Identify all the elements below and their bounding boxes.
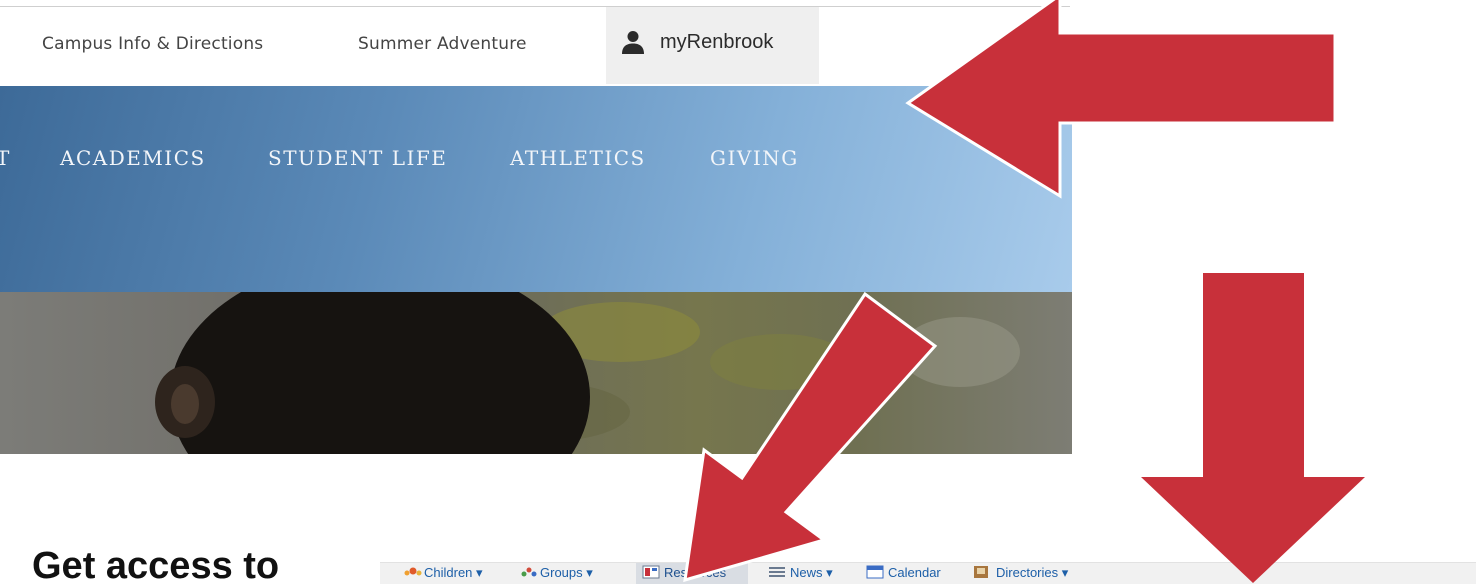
toolbar-directories-label: Directories [996,565,1059,580]
toolbar-directories[interactable]: Directories ▾ [996,565,1068,581]
hero-photo-scene [155,292,1020,454]
toolbar-children-label: Children [424,565,473,580]
chevron-down-icon: ▾ [1061,565,1069,580]
chevron-down-icon: ▾ [826,565,833,580]
portal-toolbar: Children ▾ Groups ▾ Resources News ▾ Cal… [380,562,1476,584]
toolbar-resources[interactable]: Resources [664,565,726,580]
summer-adventure-link[interactable]: Summer Adventure [358,34,527,54]
campus-info-link[interactable]: Campus Info & Directions [42,34,263,54]
groups-icon [521,567,537,577]
nav-item-academics[interactable]: ACADEMICS [60,146,206,170]
arrow-down-icon [1141,273,1365,583]
toolbar-children[interactable]: Children ▾ [424,565,483,581]
chevron-down-icon: ▾ [476,565,483,580]
resources-icon [642,565,660,579]
nav-item-partial[interactable]: T [0,146,11,170]
nav-item-giving[interactable]: GIVING [710,146,799,170]
toolbar-news-label: News [790,565,823,580]
top-divider-tick [1058,6,1070,7]
toolbar-calendar[interactable]: Calendar [888,565,941,580]
toolbar-groups[interactable]: Groups ▾ [540,565,593,581]
hero-photo [0,292,1072,454]
chevron-down-icon: ▾ [586,565,593,580]
toolbar-news[interactable]: News ▾ [790,565,833,581]
main-navigation: T ACADEMICS STUDENT LIFE ATHLETICS GIVIN… [0,86,1072,292]
calendar-icon [866,565,884,579]
children-icon [404,567,422,576]
toolbar-groups-label: Groups [540,565,583,580]
top-divider [0,6,1055,7]
person-icon [622,31,644,54]
directories-icon [974,566,988,578]
myrenbrook-label[interactable]: myRenbrook [660,31,773,54]
caption-text: Get access to [32,545,280,587]
news-icon [769,567,785,577]
nav-item-athletics[interactable]: ATHLETICS [510,146,646,170]
nav-item-student-life[interactable]: STUDENT LIFE [268,146,447,170]
